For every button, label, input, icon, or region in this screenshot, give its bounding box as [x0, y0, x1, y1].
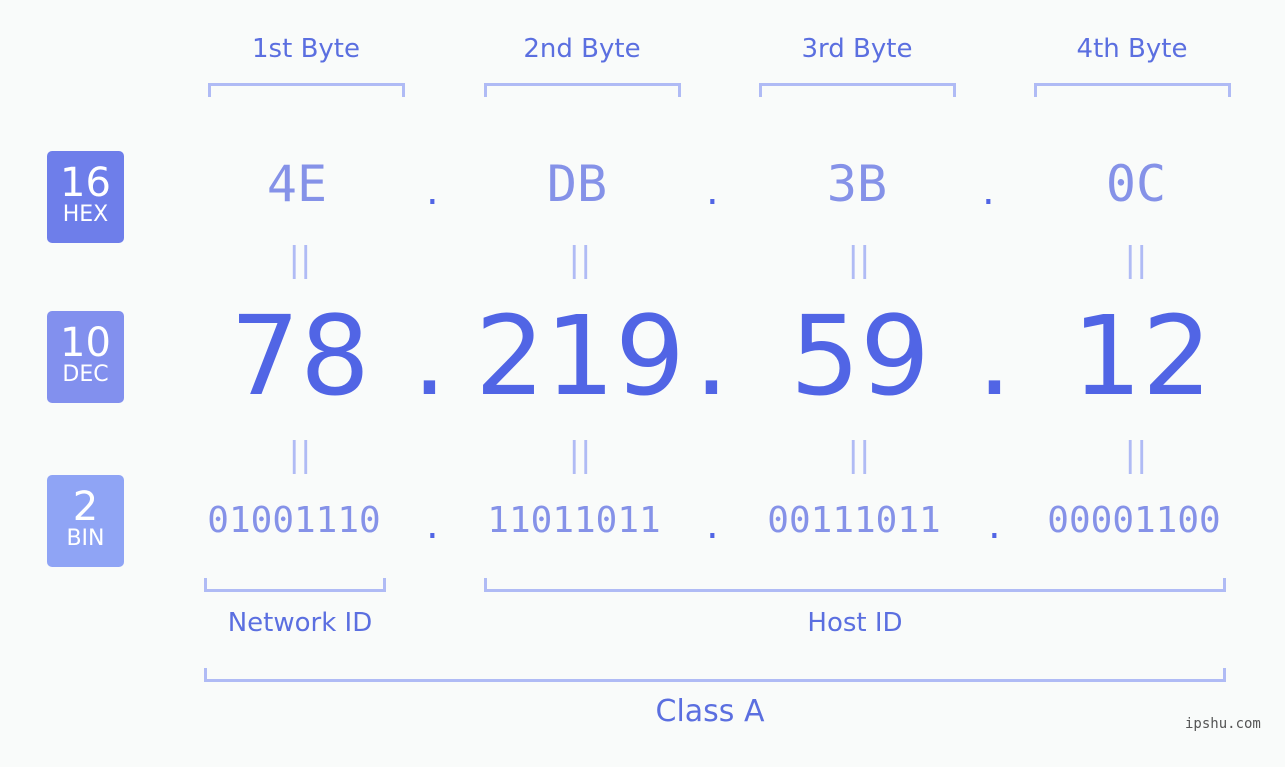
watermark: ipshu.com — [1185, 716, 1261, 732]
dec-value-4: 12 — [1072, 292, 1212, 420]
bin-separator-3: . — [988, 502, 1001, 548]
hex-value-1: 4E — [266, 155, 328, 213]
equals-sign: || — [288, 240, 312, 280]
network-id-label: Network ID — [227, 608, 373, 638]
bin-separator-2: . — [706, 502, 719, 548]
equals-sign: || — [1124, 240, 1148, 280]
host-id-label: Host ID — [807, 608, 903, 638]
byte-label-4: 4th Byte — [1076, 34, 1188, 64]
equals-sign: || — [568, 240, 592, 280]
bin-badge: 2 BIN — [47, 475, 124, 567]
byte-bracket-3 — [759, 83, 956, 97]
hex-badge-label: HEX — [62, 202, 109, 227]
equals-sign: || — [847, 435, 871, 475]
dec-badge: 10 DEC — [47, 311, 124, 403]
dec-separator-2: . — [694, 292, 729, 420]
dec-value-1: 78 — [230, 292, 370, 420]
bin-value-3: 00111011 — [767, 500, 941, 541]
equals-sign: || — [568, 435, 592, 475]
byte-label-3: 3rd Byte — [801, 34, 913, 64]
dec-value-2: 219 — [475, 292, 685, 420]
bin-value-2: 11011011 — [487, 500, 661, 541]
bin-badge-label: BIN — [66, 526, 105, 551]
dec-separator-1: . — [412, 292, 447, 420]
equals-sign: || — [847, 240, 871, 280]
bin-separator-1: . — [426, 502, 439, 548]
byte-label-2: 2nd Byte — [523, 34, 641, 64]
hex-badge-number: 16 — [60, 160, 111, 206]
dec-separator-3: . — [977, 292, 1012, 420]
hex-value-4: 0C — [1105, 155, 1167, 213]
byte-bracket-1 — [208, 83, 405, 97]
bin-value-4: 00001100 — [1047, 500, 1221, 541]
hex-value-3: 3B — [826, 155, 888, 213]
host-id-bracket — [484, 578, 1226, 592]
byte-bracket-4 — [1034, 83, 1231, 97]
class-label: Class A — [655, 694, 765, 729]
dec-value-3: 59 — [790, 292, 930, 420]
byte-label-1: 1st Byte — [252, 34, 360, 64]
equals-sign: || — [1124, 435, 1148, 475]
hex-badge: 16 HEX — [47, 151, 124, 243]
dec-badge-number: 10 — [60, 320, 111, 366]
bin-value-1: 01001110 — [207, 500, 381, 541]
class-bracket — [204, 668, 1226, 682]
hex-separator-3: . — [982, 168, 995, 214]
bin-badge-number: 2 — [72, 484, 99, 530]
equals-sign: || — [288, 435, 312, 475]
network-id-bracket — [204, 578, 386, 592]
hex-separator-2: . — [706, 168, 719, 214]
hex-value-2: DB — [546, 155, 608, 213]
dec-badge-label: DEC — [62, 362, 109, 387]
hex-separator-1: . — [426, 168, 439, 214]
byte-bracket-2 — [484, 83, 681, 97]
